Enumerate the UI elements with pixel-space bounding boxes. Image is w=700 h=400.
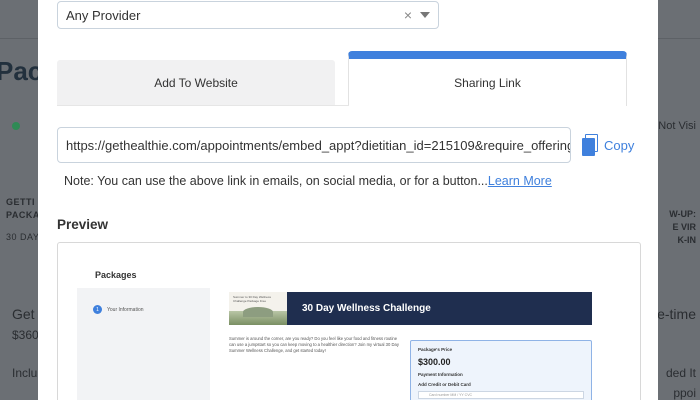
background-label-incl: Inclu [12,366,38,380]
preview-thumbnail-text: Summer to 30 Day Wellness Challenge Pack… [233,295,271,303]
background-label-ded: ded It [665,366,696,380]
preview-banner: 30 Day Wellness Challenge [287,292,592,325]
card-number-field: Card number MM / YY CVC [418,391,584,399]
status-dot-icon [12,122,20,130]
preview-sidebar: 1 Your Information [77,288,210,400]
preview-step-item: 1 Your Information [93,305,144,314]
note-text: Note: You can use the above link in emai… [64,174,552,188]
tabs-divider [57,105,349,106]
preview-description: Summer is around the corner, are you rea… [229,336,399,353]
preview-payment-card: Package's Price $300.00 Payment Informat… [410,340,592,400]
sharing-link-input[interactable]: https://gethealthie.com/appointments/emb… [57,127,571,163]
clear-icon[interactable]: × [404,7,412,23]
preview-thumbnail-image: Summer to 30 Day Wellness Challenge Pack… [229,292,287,325]
add-card-label: Add Credit or Debit Card [418,382,471,387]
provider-select[interactable]: Any Provider × [57,1,439,29]
copy-label[interactable]: Copy [604,138,634,153]
background-label-not-visible: Not Visi [658,120,696,132]
background-price: $360 [12,328,39,342]
learn-more-link[interactable]: Learn More [488,174,552,188]
background-label-right-block: W-UP: E VIR K-IN [669,209,696,245]
preview-step-label: Your Information [107,306,144,313]
price-value: $300.00 [418,357,451,367]
background-label-30day: 30 DAY [6,232,40,242]
payment-info-label: Payment Information [418,372,463,377]
preview-frame: Packages 1 Your Information Summer to 30… [57,242,641,400]
tab-sharing-link[interactable]: Sharing Link [348,51,627,106]
share-modal: Any Provider × Add To Website Sharing Li… [38,0,658,400]
tab-add-to-website[interactable]: Add To Website [57,60,335,106]
copy-button[interactable]: Copy [582,134,634,156]
price-label: Package's Price [418,347,453,352]
background-label-get: Get [12,306,35,322]
copy-icon[interactable] [582,134,599,156]
preview-packages-heading: Packages [95,270,137,280]
preview-title: Preview [57,217,109,232]
chevron-down-icon[interactable] [420,12,430,18]
step-number-badge: 1 [93,305,102,314]
background-label-time: e-time [657,306,696,322]
background-label-app: ppoi [673,386,696,400]
provider-select-value: Any Provider [66,7,141,23]
